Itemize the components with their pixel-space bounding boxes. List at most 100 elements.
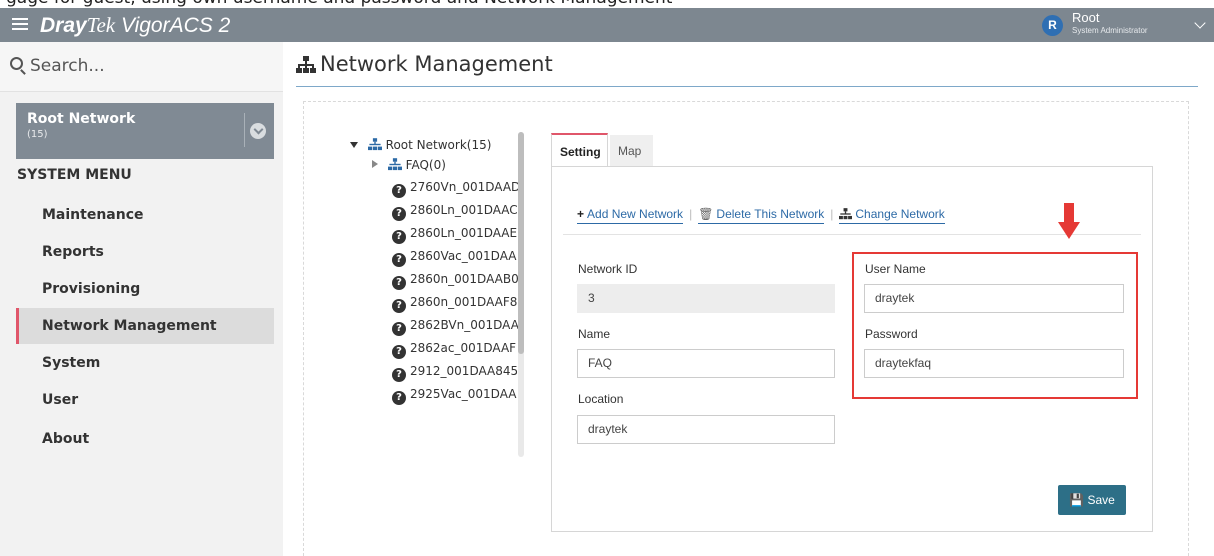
question-icon: ? — [392, 253, 406, 267]
device-label: 2860Ln_001DAAE — [410, 226, 518, 240]
root-network-count: (15) — [27, 129, 48, 140]
logo-tek: Tek — [86, 13, 116, 37]
chevron-down-circle-icon[interactable] — [250, 123, 266, 139]
title-divider — [296, 86, 1198, 87]
question-icon: ? — [392, 207, 406, 221]
app-logo[interactable]: DrayTek VigorACS 2 — [40, 11, 230, 40]
tree-device[interactable]: ? 2860Ln_001DAAC — [392, 200, 518, 221]
scrollbar-thumb[interactable] — [518, 132, 524, 354]
plus-icon: + — [577, 207, 585, 221]
divider — [244, 113, 245, 147]
tree-device[interactable]: ? 2860n_001DAAB0 — [392, 269, 519, 290]
page-title: Network Management — [296, 52, 553, 76]
device-label: 2860n_001DAAB0 — [410, 272, 519, 286]
chevron-down-icon[interactable] — [1194, 17, 1206, 29]
device-label: 2862BVn_001DAA — [410, 318, 519, 332]
logo-dray: Dray — [40, 14, 87, 37]
sidebar-item-provisioning[interactable]: Provisioning — [16, 271, 274, 307]
system-menu-heading: SYSTEM MENU — [17, 167, 132, 183]
add-network-label: Add New Network — [587, 207, 684, 221]
sidebar-item-system[interactable]: System — [16, 345, 274, 381]
caption-text: gage for guest, using own username and p… — [0, 0, 1214, 8]
user-role: System Administrator — [1072, 26, 1148, 35]
save-icon: 💾 — [1069, 493, 1088, 507]
tree-folder-label: FAQ(0) — [405, 158, 446, 172]
sidebar-search — [0, 42, 283, 92]
search-icon — [10, 57, 23, 70]
sidebar-item-maintenance[interactable]: Maintenance — [16, 197, 274, 233]
name-label: Name — [578, 327, 611, 341]
change-network-link[interactable]: Change Network — [839, 207, 945, 224]
tree-device[interactable]: ? 2862BVn_001DAA — [392, 315, 519, 336]
location-field[interactable]: draytek — [577, 415, 835, 444]
network-icon — [839, 208, 853, 220]
tree-device[interactable]: ? 2860n_001DAAF8 — [392, 292, 518, 313]
cropped-caption: gage for guest, using own username and p… — [0, 0, 1214, 8]
question-icon: ? — [392, 391, 406, 405]
sidebar-item-network-management[interactable]: Network Management — [16, 308, 274, 344]
tree-folder-faq[interactable]: FAQ(0) — [372, 155, 446, 175]
network-id-label: Network ID — [578, 262, 638, 276]
location-label: Location — [578, 392, 624, 406]
user-menu[interactable]: R Root System Administrator — [1034, 8, 1214, 42]
app-header: DrayTek VigorACS 2 R Root System Adminis… — [0, 8, 1214, 42]
save-label: Save — [1087, 493, 1115, 507]
tree-device[interactable]: ? 2912_001DAA845 — [392, 361, 519, 382]
question-icon: ? — [392, 322, 406, 336]
question-icon: ? — [392, 276, 406, 290]
network-icon — [367, 138, 382, 151]
device-label: 2860Vac_001DAA — [410, 249, 517, 263]
save-button[interactable]: 💾 Save — [1058, 485, 1126, 515]
highlight-box — [852, 252, 1138, 399]
tree-device[interactable]: ? 2860Ln_001DAAE — [392, 223, 518, 244]
red-arrow-down-icon — [1058, 203, 1080, 239]
question-icon: ? — [392, 345, 406, 359]
root-network-selector[interactable]: Root Network (15) — [16, 103, 274, 159]
change-network-label: Change Network — [855, 207, 945, 221]
device-label: 2925Vac_001DAA — [410, 387, 517, 401]
device-label: 2860n_001DAAF8 — [410, 295, 518, 309]
expand-down-icon[interactable] — [350, 142, 358, 148]
device-label: 2862ac_001DAAF — [410, 341, 517, 355]
page-title-text: Network Management — [320, 52, 553, 76]
question-icon: ? — [392, 299, 406, 313]
user-name: Root — [1072, 10, 1100, 25]
question-icon: ? — [392, 368, 406, 382]
device-label: 2760Vn_001DAAD — [410, 180, 521, 194]
question-icon: ? — [392, 230, 406, 244]
actions-divider — [563, 234, 1141, 235]
delete-network-label: Delete This Network — [716, 207, 825, 221]
sidebar: Root Network (15) SYSTEM MENU Maintenanc… — [0, 42, 283, 556]
device-label: 2912_001DAA845 — [410, 364, 519, 378]
expand-right-icon[interactable] — [372, 160, 378, 168]
tree-device[interactable]: ? 2760Vn_001DAAD — [392, 177, 521, 198]
sidebar-item-user[interactable]: User — [16, 382, 274, 418]
root-network-name: Root Network — [27, 111, 136, 127]
avatar: R — [1042, 15, 1063, 36]
network-icon — [296, 56, 316, 73]
tree-scrollbar[interactable] — [518, 132, 524, 457]
network-actions: + Add New Network | 🗑 Delete This Network | C… — [577, 207, 945, 224]
tree-device[interactable]: ? 2862ac_001DAAF — [392, 338, 517, 359]
network-id-field: 3 — [577, 284, 835, 313]
sidebar-item-reports[interactable]: Reports — [16, 234, 274, 270]
name-field[interactable]: FAQ — [577, 349, 835, 378]
tree-root-label: Root Network(15) — [385, 138, 492, 152]
tab-setting[interactable]: Setting — [551, 133, 608, 167]
separator: | — [830, 207, 834, 221]
network-tree: Root Network(15) FAQ(0) ? 2760Vn_001DAAD … — [350, 135, 530, 465]
network-icon — [387, 158, 402, 171]
tree-device[interactable]: ? 2925Vac_001DAA — [392, 384, 517, 405]
tree-root[interactable]: Root Network(15) — [350, 135, 491, 155]
delete-network-link[interactable]: 🗑 Delete This Network — [698, 207, 825, 224]
search-input[interactable] — [30, 54, 270, 78]
tree-device[interactable]: ? 2860Vac_001DAA — [392, 246, 517, 267]
separator: | — [689, 207, 693, 221]
tab-map[interactable]: Map — [610, 135, 653, 167]
trash-icon: 🗑 — [698, 207, 714, 221]
add-network-link[interactable]: + Add New Network — [577, 207, 684, 224]
sidebar-item-about[interactable]: About — [16, 421, 274, 457]
logo-product: VigorACS 2 — [115, 14, 231, 37]
question-icon: ? — [392, 184, 406, 198]
hamburger-menu-icon[interactable] — [12, 15, 28, 33]
